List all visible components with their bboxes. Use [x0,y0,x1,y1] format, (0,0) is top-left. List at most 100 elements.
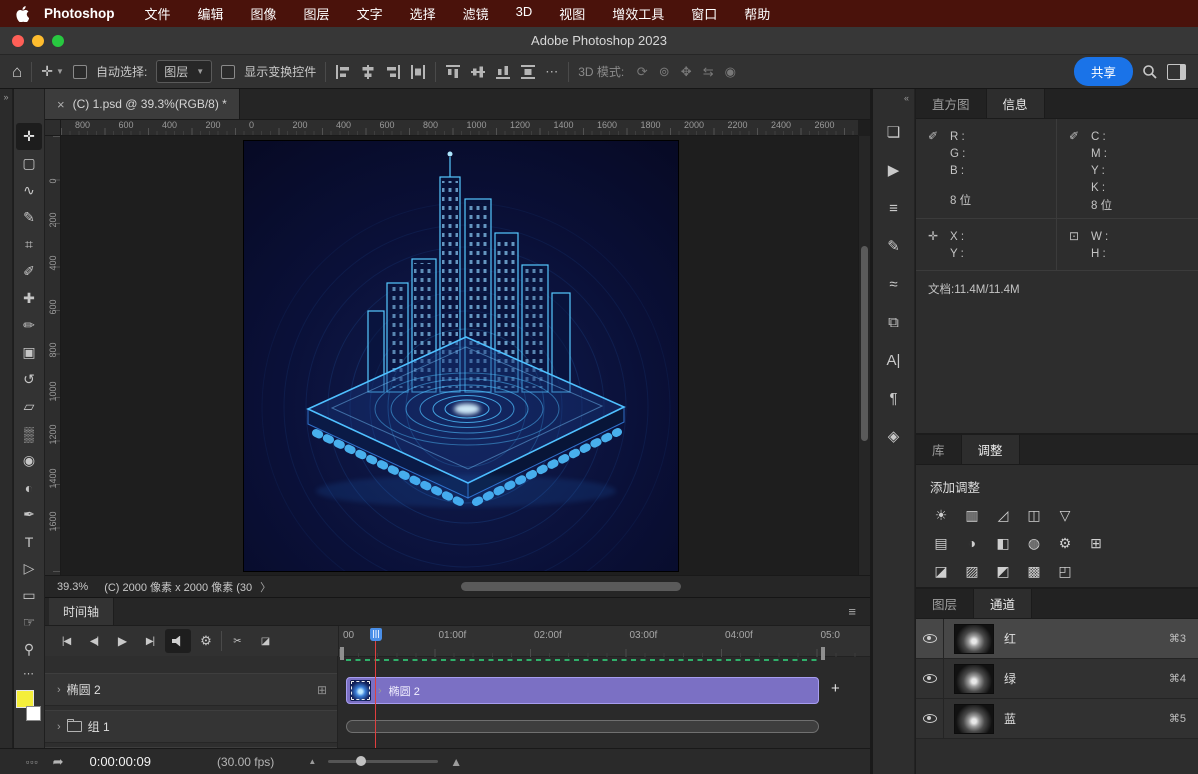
status-chevron-icon[interactable]: 〉 [260,579,271,595]
threshold-icon[interactable]: ◩ [992,562,1014,580]
expand-dock-icon[interactable]: » [0,89,12,105]
show-transform-checkbox[interactable] [221,65,235,79]
background-color-swatch[interactable] [26,706,41,721]
photo-filter-icon[interactable]: ◍ [1023,534,1045,552]
zoom-tool[interactable]: ⚲ [16,636,42,663]
mute-audio-button[interactable] [165,629,191,653]
tab-adjustments[interactable]: 调整 [962,435,1020,464]
color-balance-icon[interactable]: ◑ [961,534,983,552]
menubar-item[interactable]: 滤镜 [463,4,489,23]
color-lookup-icon[interactable]: ⊞ [1085,534,1107,552]
auto-select-dropdown[interactable]: 图层 ▼ [156,60,212,83]
align-middle-icon[interactable] [470,64,486,80]
timeline-settings-button[interactable]: ⚙ [193,629,219,653]
render-export-icon[interactable]: ➦ [53,754,64,770]
quick-selection-tool[interactable]: ✎ [16,204,42,231]
disclosure-chevron-icon[interactable]: › [57,684,61,696]
brightness-contrast-icon[interactable]: ☀ [930,506,952,524]
visibility-toggle[interactable] [916,699,944,738]
marquee-tool[interactable]: ▢ [16,150,42,177]
menubar-item[interactable]: 增效工具 [612,4,664,23]
disclosure-chevron-icon[interactable]: › [57,721,61,733]
brushes-panel-icon[interactable]: ≈ [873,265,914,303]
share-button[interactable]: 共享 [1074,57,1133,86]
3d-panel-icon[interactable]: ◈ [873,417,914,455]
align-center-horizontal-icon[interactable] [360,64,376,80]
menubar-item[interactable]: 视图 [559,4,585,23]
healing-brush-tool[interactable]: ✚ [16,285,42,312]
paragraph-panel-icon[interactable]: ¶ [873,379,914,417]
close-window-button[interactable] [12,35,24,47]
canvas-artwork[interactable] [244,141,678,571]
apple-menu-icon[interactable] [16,6,44,22]
blur-tool[interactable]: ◉ [16,447,42,474]
3d-orbit-icon[interactable]: ⟳ [633,64,651,80]
group-duration-bar[interactable] [346,720,819,733]
timeline-zoom-slider[interactable] [328,760,438,763]
align-top-icon[interactable] [445,64,461,80]
tab-histogram[interactable]: 直方图 [916,89,987,118]
transition-button[interactable]: ◪ [252,629,278,653]
visibility-toggle[interactable] [916,659,944,698]
visibility-toggle[interactable] [916,619,944,658]
gradient-tool[interactable]: ▒ [16,420,42,447]
3d-pan-icon[interactable]: ✥ [677,64,695,80]
channel-row[interactable]: 绿 ⌘4 [916,659,1198,699]
clone-stamp-tool[interactable]: ▣ [16,339,42,366]
menubar-item[interactable]: 窗口 [691,4,717,23]
work-area-end-handle[interactable] [821,647,825,660]
tab-libraries[interactable]: 库 [916,435,962,464]
next-frame-button[interactable]: ▶| [137,629,163,653]
menubar-item[interactable]: 选择 [410,4,436,23]
split-clip-button[interactable]: ✂ [224,629,250,653]
menubar-item[interactable]: 编辑 [198,4,224,23]
align-more-options-button[interactable]: ⋯ [545,64,559,80]
vertical-scrollbar-thumb[interactable] [861,246,868,441]
tab-info[interactable]: 信息 [987,89,1045,118]
properties-panel-icon[interactable]: ❏ [873,113,914,151]
menubar-item[interactable]: 文字 [357,4,383,23]
track-options-icon[interactable]: ⊞ [317,683,327,697]
clone-source-panel-icon[interactable]: ⧉ [873,303,914,341]
brush-settings-panel-icon[interactable]: ✎ [873,227,914,265]
lasso-tool[interactable]: ∿ [16,177,42,204]
zoom-level[interactable]: 39.3% [57,581,88,593]
zoom-in-timeline-icon[interactable]: ▲ [450,755,462,769]
history-brush-tool[interactable]: ↺ [16,366,42,393]
maximize-window-button[interactable] [52,35,64,47]
distribute-vertical-icon[interactable] [520,64,536,80]
document-tab[interactable]: × (C) 1.psd @ 39.3%(RGB/8) * [45,89,240,119]
align-right-icon[interactable] [385,64,401,80]
menubar-item[interactable]: 帮助 [744,4,770,23]
previous-frame-button[interactable]: ◀| [81,629,107,653]
frame-view-icon[interactable]: ▫▫▫ [26,757,39,767]
track-row[interactable]: › 椭圆 2 ⊞ [45,673,337,706]
menubar-item[interactable]: 文件 [145,4,171,23]
home-icon[interactable]: ⌂ [12,62,22,82]
black-white-icon[interactable]: ◧ [992,534,1014,552]
3d-slide-icon[interactable]: ⇆ [699,64,717,80]
actions-panel-icon[interactable]: ▶ [873,151,914,189]
distribute-horizontal-icon[interactable] [410,64,426,80]
vibrance-icon[interactable]: ▽ [1054,506,1076,524]
type-tool[interactable]: T [16,528,42,555]
auto-select-checkbox[interactable] [73,65,87,79]
exposure-icon[interactable]: ◫ [1023,506,1045,524]
selective-color-icon[interactable]: ◰ [1054,562,1076,580]
tab-channels[interactable]: 通道 [974,589,1032,618]
move-tool[interactable]: ✛ [16,123,42,150]
vertical-ruler[interactable]: 02004006008001000120014001600 [45,136,61,575]
channel-mixer-icon[interactable]: ⚙ [1054,534,1076,552]
timeline-clip[interactable]: › 椭圆 2 [346,677,819,704]
minimize-window-button[interactable] [32,35,44,47]
align-bottom-icon[interactable] [495,64,511,80]
menubar-item[interactable]: 3D [516,4,533,23]
edit-toolbar-button[interactable]: ⋯ [23,667,35,680]
workspace-switcher-icon[interactable] [1167,64,1186,80]
work-area-start-handle[interactable] [340,647,344,660]
align-left-icon[interactable] [335,64,351,80]
character-panel-icon[interactable]: A| [873,341,914,379]
go-first-frame-button[interactable]: |◀ [53,629,79,653]
3d-camera-icon[interactable]: ◉ [721,64,739,80]
add-media-button[interactable]: + [831,680,840,697]
